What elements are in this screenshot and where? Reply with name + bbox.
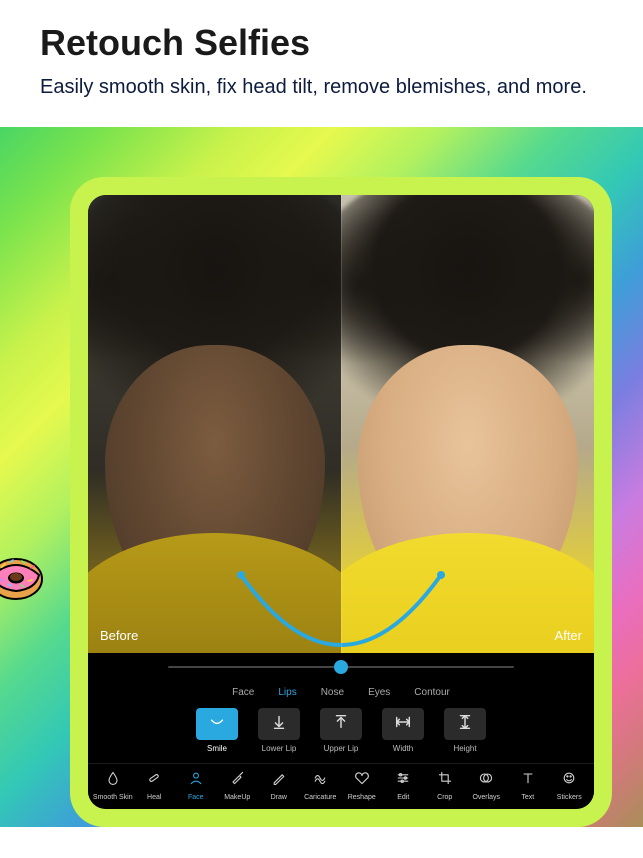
app-screen: Before After Face Lips Nose Eyes Contour… (88, 195, 594, 809)
donut-sticker (0, 551, 44, 601)
warp-icon (312, 770, 328, 791)
text-icon (520, 770, 536, 791)
bandage-icon (146, 770, 162, 791)
pencil-icon (271, 770, 287, 791)
sliders-icon (395, 770, 411, 791)
nav-makeup[interactable]: MakeUp (217, 770, 259, 801)
after-label: After (555, 628, 582, 643)
overlays-icon (478, 770, 494, 791)
page-subtitle: Easily smooth skin, fix head tilt, remov… (40, 74, 603, 101)
arrow-up-icon (332, 713, 350, 736)
promo-canvas: Before After Face Lips Nose Eyes Contour… (0, 127, 643, 827)
nav-face[interactable]: Face (175, 770, 217, 801)
intensity-slider[interactable] (88, 653, 594, 681)
tab-contour[interactable]: Contour (414, 687, 450, 698)
height-icon (456, 713, 474, 736)
promo-header: Retouch Selfies Easily smooth skin, fix … (0, 0, 643, 127)
before-after-view[interactable]: Before After (88, 195, 594, 653)
face-region-tabs: Face Lips Nose Eyes Contour (88, 681, 594, 700)
lips-tool-row: Smile Lower Lip Upper Lip Width Height (88, 700, 594, 763)
bottom-toolbar: Smooth Skin Heal Face MakeUp Draw (88, 763, 594, 809)
page-title: Retouch Selfies (40, 22, 603, 64)
crop-icon (437, 770, 453, 791)
tool-smile[interactable]: Smile (191, 708, 243, 753)
before-image (88, 195, 341, 653)
person-icon (188, 770, 204, 791)
tablet-frame: Before After Face Lips Nose Eyes Contour… (70, 177, 612, 827)
tab-eyes[interactable]: Eyes (368, 687, 390, 698)
nav-stickers[interactable]: Stickers (549, 770, 591, 801)
tool-height[interactable]: Height (439, 708, 491, 753)
nav-heal[interactable]: Heal (134, 770, 176, 801)
smile-icon (208, 713, 226, 736)
brush-icon (229, 770, 245, 791)
tool-upper-lip[interactable]: Upper Lip (315, 708, 367, 753)
tab-face[interactable]: Face (232, 687, 254, 698)
sticker-icon (561, 770, 577, 791)
nav-crop[interactable]: Crop (424, 770, 466, 801)
nav-text[interactable]: Text (507, 770, 549, 801)
drop-icon (105, 770, 121, 791)
nav-edit[interactable]: Edit (383, 770, 425, 801)
width-icon (394, 713, 412, 736)
nav-caricature[interactable]: Caricature (300, 770, 342, 801)
arrow-down-icon (270, 713, 288, 736)
heart-icon (354, 770, 370, 791)
tool-lower-lip[interactable]: Lower Lip (253, 708, 305, 753)
compare-divider[interactable] (341, 195, 342, 653)
tab-nose[interactable]: Nose (321, 687, 344, 698)
tab-lips[interactable]: Lips (278, 687, 296, 698)
nav-draw[interactable]: Draw (258, 770, 300, 801)
nav-overlays[interactable]: Overlays (466, 770, 508, 801)
nav-smooth-skin[interactable]: Smooth Skin (92, 770, 134, 801)
before-label: Before (100, 628, 138, 643)
slider-thumb[interactable] (334, 660, 348, 674)
after-image (341, 195, 594, 653)
nav-reshape[interactable]: Reshape (341, 770, 383, 801)
tool-width[interactable]: Width (377, 708, 429, 753)
